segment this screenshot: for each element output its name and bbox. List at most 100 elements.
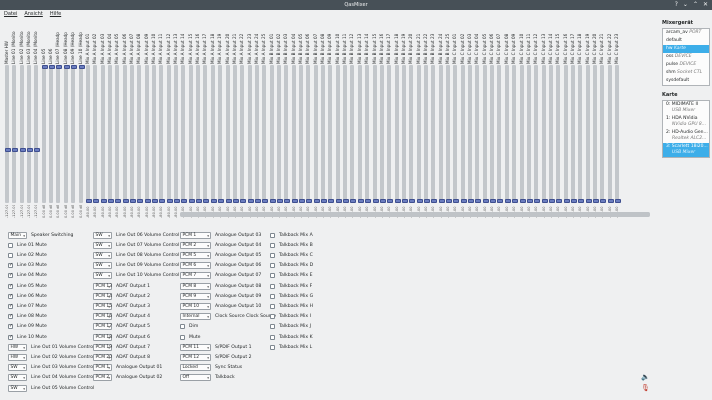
- scrollbar-thumb[interactable]: [180, 212, 650, 217]
- volume-slider[interactable]: [600, 65, 607, 203]
- checkbox[interactable]: [8, 334, 13, 340]
- card-list[interactable]: 0: MIDIMATE II USB Mixer 1: HDA NVidia NVid…: [662, 100, 710, 158]
- volume-slider[interactable]: [504, 65, 511, 203]
- slider-handle[interactable]: [526, 199, 533, 203]
- volume-slider[interactable]: [174, 65, 181, 203]
- slider-handle[interactable]: [446, 199, 452, 203]
- checkbox[interactable]: [8, 293, 13, 299]
- volume-slider[interactable]: [49, 65, 56, 203]
- select[interactable]: PCM 8 ▾: [180, 282, 211, 290]
- volume-slider[interactable]: [607, 65, 614, 203]
- volume-slider[interactable]: [27, 65, 34, 203]
- slider-handle[interactable]: [607, 199, 614, 203]
- device-item[interactable]: shm Socket CTL: [663, 69, 709, 77]
- volume-slider[interactable]: [144, 65, 151, 203]
- card-item[interactable]: 1: HDA NVidia NVidia GPU 8...: [663, 115, 709, 129]
- slider-handle[interactable]: [490, 199, 497, 203]
- slider-handle[interactable]: [240, 199, 247, 203]
- volume-slider[interactable]: [468, 65, 475, 203]
- slider-handle[interactable]: [328, 199, 335, 203]
- slider-handle[interactable]: [262, 199, 269, 203]
- slider-handle[interactable]: [343, 199, 350, 203]
- checkbox[interactable]: [270, 242, 275, 248]
- slider-handle[interactable]: [563, 199, 570, 203]
- select[interactable]: SW ▾: [8, 384, 27, 392]
- slider-handle[interactable]: [541, 199, 548, 203]
- volume-slider[interactable]: [137, 65, 144, 203]
- volume-slider[interactable]: [19, 65, 26, 203]
- volume-slider[interactable]: [423, 65, 430, 203]
- checkbox[interactable]: [270, 303, 275, 309]
- volume-slider[interactable]: [247, 65, 254, 203]
- slider-handle[interactable]: [93, 199, 100, 203]
- volume-slider[interactable]: [372, 65, 379, 203]
- slider-handle[interactable]: [34, 148, 41, 153]
- volume-slider[interactable]: [460, 65, 467, 203]
- slider-handle[interactable]: [306, 199, 313, 203]
- volume-slider[interactable]: [56, 65, 63, 203]
- select[interactable]: SW ▾: [93, 241, 112, 249]
- slider-handle[interactable]: [600, 199, 607, 203]
- slider-handle[interactable]: [409, 199, 416, 203]
- menu-file[interactable]: Datei: [4, 10, 17, 18]
- slider-handle[interactable]: [85, 199, 92, 203]
- volume-slider[interactable]: [335, 65, 342, 203]
- select[interactable]: SW ▾: [8, 364, 27, 372]
- volume-slider[interactable]: [210, 65, 217, 203]
- checkbox[interactable]: [8, 283, 13, 289]
- volume-slider[interactable]: [129, 65, 136, 203]
- checkbox[interactable]: [270, 324, 275, 330]
- volume-slider[interactable]: [188, 65, 195, 203]
- slider-handle[interactable]: [512, 199, 519, 203]
- checkbox[interactable]: [8, 252, 13, 258]
- checkbox[interactable]: [8, 262, 13, 269]
- slider-handle[interactable]: [497, 199, 504, 203]
- slider-handle[interactable]: [504, 199, 511, 203]
- menu-help[interactable]: Hilfe: [50, 10, 61, 18]
- select[interactable]: PCM 12 ▾: [180, 353, 211, 361]
- volume-slider[interactable]: [519, 65, 526, 203]
- select[interactable]: SW ▾: [93, 231, 112, 239]
- select[interactable]: SW ▾: [8, 374, 27, 382]
- volume-slider[interactable]: [585, 65, 592, 203]
- volume-slider[interactable]: [615, 65, 622, 203]
- slider-handle[interactable]: [350, 199, 357, 203]
- slider-handle[interactable]: [203, 199, 210, 203]
- card-item[interactable]: 2: HD-Audio Gen... Realtek ALC2...: [663, 129, 709, 143]
- checkbox[interactable]: [8, 303, 13, 309]
- select[interactable]: PCM 14 ▾: [93, 292, 112, 300]
- slider-handle[interactable]: [159, 199, 166, 203]
- slider-handle[interactable]: [19, 148, 26, 153]
- volume-slider[interactable]: [218, 65, 225, 203]
- maximize-icon[interactable]: ⌃: [693, 0, 698, 10]
- volume-slider[interactable]: [379, 65, 386, 203]
- volume-slider[interactable]: [100, 65, 107, 203]
- close-icon[interactable]: ✕: [703, 0, 708, 10]
- device-item[interactable]: pulse DEVICE: [663, 61, 709, 69]
- slider-handle[interactable]: [313, 199, 320, 203]
- slider-handle[interactable]: [387, 199, 394, 203]
- slider-handle[interactable]: [460, 199, 467, 203]
- slider-handle[interactable]: [548, 199, 555, 203]
- slider-handle[interactable]: [321, 199, 328, 203]
- slider-handle[interactable]: [196, 199, 203, 203]
- slider-handle[interactable]: [556, 199, 563, 203]
- volume-slider[interactable]: [563, 65, 570, 203]
- slider-handle[interactable]: [585, 199, 592, 203]
- select[interactable]: SW ▾: [93, 272, 112, 280]
- volume-slider[interactable]: [78, 65, 85, 203]
- volume-slider[interactable]: [497, 65, 504, 203]
- volume-slider[interactable]: [431, 65, 438, 203]
- volume-slider[interactable]: [5, 65, 11, 203]
- help-icon[interactable]: ?: [675, 0, 678, 10]
- slider-handle[interactable]: [107, 199, 114, 203]
- select[interactable]: PCM 17 ▾: [93, 323, 112, 331]
- volume-slider[interactable]: [225, 65, 232, 203]
- volume-slider[interactable]: [534, 65, 541, 203]
- select[interactable]: PCM 15 ▾: [93, 302, 112, 310]
- slider-handle[interactable]: [468, 199, 475, 203]
- slider-handle[interactable]: [210, 199, 217, 203]
- slider-handle[interactable]: [78, 65, 85, 69]
- slider-handle[interactable]: [519, 199, 526, 203]
- select[interactable]: PCM 5 ▾: [180, 251, 211, 259]
